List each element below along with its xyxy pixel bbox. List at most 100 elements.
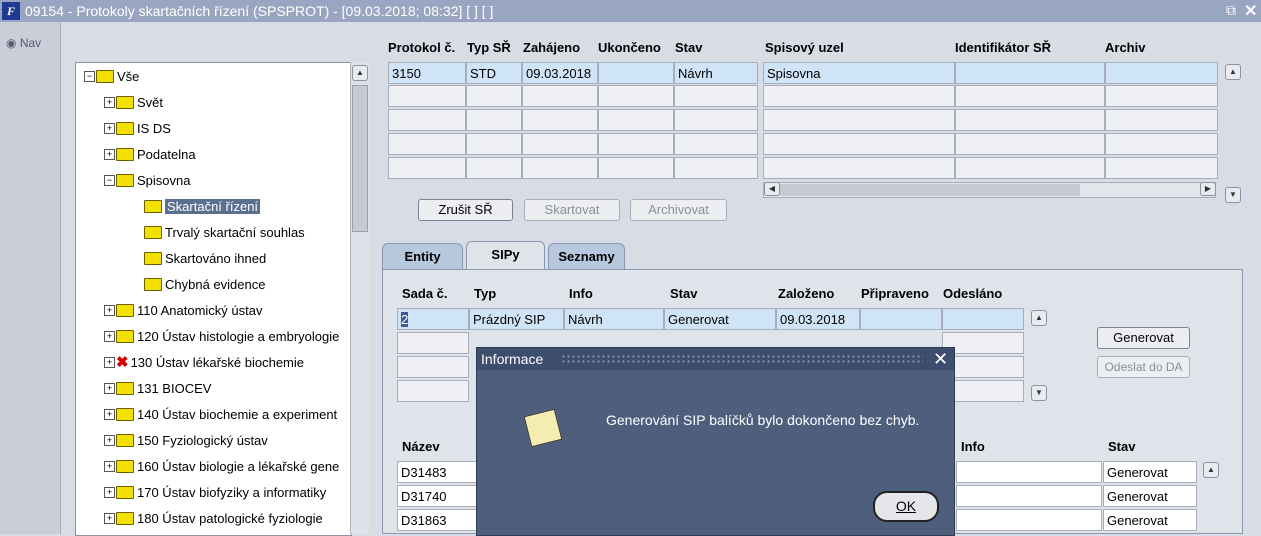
tab-entity[interactable]: Entity bbox=[382, 243, 463, 269]
expand-icon[interactable]: + bbox=[104, 331, 115, 343]
scroll-down-icon[interactable]: ▼ bbox=[1225, 187, 1241, 203]
entity-row-info[interactable] bbox=[956, 461, 1102, 483]
protocol-empty-cell[interactable] bbox=[522, 85, 598, 107]
protocol-empty-cell[interactable] bbox=[1105, 157, 1218, 179]
sip-cell-zalozeno[interactable]: 09.03.2018 bbox=[776, 308, 860, 330]
sip-cell-info[interactable]: Návrh bbox=[564, 308, 664, 330]
tree-node-120[interactable]: +120 Ústav histologie a embryologie bbox=[104, 327, 339, 347]
tree-node-spisovna[interactable]: − Spisovna bbox=[104, 171, 190, 191]
sip-cell-odeslano[interactable] bbox=[942, 308, 1024, 330]
scroll-down-icon[interactable]: ▼ bbox=[1031, 385, 1047, 401]
protocol-empty-cell[interactable] bbox=[598, 85, 674, 107]
protocol-empty-cell[interactable] bbox=[466, 133, 522, 155]
sip-cell-typ[interactable]: Prázdný SIP bbox=[469, 308, 564, 330]
tree-node-131[interactable]: +131 BIOCEV bbox=[104, 379, 211, 399]
tree-node-skartacni-rizeni[interactable]: Skartační řízení bbox=[144, 197, 261, 217]
expand-icon[interactable]: + bbox=[104, 123, 115, 135]
tab-sipy[interactable]: SIPy bbox=[466, 241, 545, 269]
tree-node-140[interactable]: +140 Ústav biochemie a experiment bbox=[104, 405, 337, 425]
expand-icon[interactable]: + bbox=[104, 97, 115, 109]
protocol-empty-cell[interactable] bbox=[674, 133, 758, 155]
protocol-empty-cell[interactable] bbox=[598, 133, 674, 155]
scroll-up-icon[interactable]: ▲ bbox=[1031, 310, 1047, 326]
tree-node-trvaly[interactable]: Trvalý skartační souhlas bbox=[144, 223, 305, 243]
protocol-empty-cell[interactable] bbox=[1105, 85, 1218, 107]
nav-tab[interactable]: ◉ Nav bbox=[6, 36, 41, 50]
tree-node-svet[interactable]: + Svět bbox=[104, 93, 163, 113]
protocol-cell-identifier[interactable] bbox=[955, 62, 1105, 84]
tree-node-chybna[interactable]: Chybná evidence bbox=[144, 275, 265, 295]
folder-tree[interactable]: − Vše + Svět + IS DS + Podatelna − Spisovna S… bbox=[75, 62, 352, 536]
protocol-empty-cell[interactable] bbox=[522, 157, 598, 179]
protocol-empty-cell[interactable] bbox=[955, 109, 1105, 131]
protocol-cell-finished[interactable] bbox=[598, 62, 674, 84]
expand-icon[interactable]: + bbox=[104, 461, 115, 473]
tree-node-170[interactable]: +170 Ústav biofyziky a informatiky bbox=[104, 483, 326, 503]
sip-cell-pripraveno[interactable] bbox=[860, 308, 942, 330]
protocol-empty-cell[interactable] bbox=[388, 85, 466, 107]
protocol-empty-cell[interactable] bbox=[674, 85, 758, 107]
protocol-empty-cell[interactable] bbox=[388, 157, 466, 179]
entity-row-name[interactable]: D31740 bbox=[397, 485, 477, 507]
expand-icon[interactable]: + bbox=[104, 383, 115, 395]
protocol-cell-type[interactable]: STD bbox=[466, 62, 522, 84]
close-icon[interactable]: ✕ bbox=[933, 349, 948, 370]
scroll-up-icon[interactable]: ▲ bbox=[352, 65, 368, 81]
protocol-empty-cell[interactable] bbox=[955, 157, 1105, 179]
expand-icon[interactable]: + bbox=[104, 357, 115, 369]
generate-button[interactable]: Generovat bbox=[1097, 327, 1190, 349]
protocol-hscroll-thumb[interactable] bbox=[780, 184, 1080, 196]
collapse-icon[interactable]: − bbox=[84, 71, 95, 83]
entity-row-status[interactable]: Generovat bbox=[1103, 509, 1197, 531]
protocol-empty-cell[interactable] bbox=[598, 109, 674, 131]
tree-node-skartovano[interactable]: Skartováno ihned bbox=[144, 249, 266, 269]
scroll-up-icon[interactable]: ▲ bbox=[1225, 64, 1241, 80]
tree-node-podatelna[interactable]: + Podatelna bbox=[104, 145, 196, 165]
tree-node-180[interactable]: +180 Ústav patologické fyziologie bbox=[104, 509, 323, 529]
protocol-empty-cell[interactable] bbox=[466, 85, 522, 107]
protocol-empty-cell[interactable] bbox=[522, 133, 598, 155]
cancel-protocol-button[interactable]: Zrušit SŘ bbox=[418, 199, 513, 221]
tree-node-isds[interactable]: + IS DS bbox=[104, 119, 171, 139]
tab-seznamy[interactable]: Seznamy bbox=[548, 243, 625, 269]
tree-node-110[interactable]: +110 Anatomický ústav bbox=[104, 301, 263, 321]
entity-row-status[interactable]: Generovat bbox=[1103, 485, 1197, 507]
protocol-cell-archive[interactable] bbox=[1105, 62, 1218, 84]
protocol-empty-cell[interactable] bbox=[1105, 109, 1218, 131]
entity-row-status[interactable]: Generovat bbox=[1103, 461, 1197, 483]
sip-cell-stav[interactable]: Generovat bbox=[664, 308, 776, 330]
restore-window-icon[interactable]: ⧉ bbox=[1226, 2, 1236, 19]
expand-icon[interactable]: + bbox=[104, 409, 115, 421]
scroll-right-icon[interactable]: ▶ bbox=[1200, 182, 1216, 196]
protocol-empty-cell[interactable] bbox=[955, 133, 1105, 155]
protocol-empty-cell[interactable] bbox=[763, 85, 955, 107]
expand-icon[interactable]: + bbox=[104, 305, 115, 317]
protocol-empty-cell[interactable] bbox=[522, 109, 598, 131]
protocol-empty-cell[interactable] bbox=[1105, 133, 1218, 155]
sip-empty-cell[interactable] bbox=[397, 380, 469, 402]
protocol-empty-cell[interactable] bbox=[674, 157, 758, 179]
entity-row-info[interactable] bbox=[956, 485, 1102, 507]
sip-empty-cell[interactable] bbox=[397, 356, 469, 378]
expand-icon[interactable]: + bbox=[104, 149, 115, 161]
tree-node-160[interactable]: +160 Ústav biologie a lékařské gene bbox=[104, 457, 339, 477]
tree-scroll-thumb[interactable] bbox=[352, 85, 368, 232]
entity-row-name[interactable]: D31483 bbox=[397, 461, 477, 483]
tree-node-130[interactable]: + ✖ 130 Ústav lékařské biochemie bbox=[104, 353, 304, 373]
expand-icon[interactable]: + bbox=[104, 435, 115, 447]
protocol-empty-cell[interactable] bbox=[466, 109, 522, 131]
ok-button[interactable]: OK bbox=[873, 491, 939, 522]
expand-icon[interactable]: + bbox=[104, 513, 115, 525]
protocol-empty-cell[interactable] bbox=[955, 85, 1105, 107]
protocol-empty-cell[interactable] bbox=[598, 157, 674, 179]
scroll-up-icon[interactable]: ▲ bbox=[1203, 462, 1219, 478]
sip-empty-cell[interactable] bbox=[397, 332, 469, 354]
close-window-icon[interactable]: ✕ bbox=[1244, 1, 1257, 21]
sip-cell-sada[interactable]: 2 bbox=[397, 308, 469, 330]
send-to-da-button[interactable]: Odeslat do DA bbox=[1097, 356, 1190, 378]
expand-icon[interactable]: + bbox=[104, 487, 115, 499]
archive-button[interactable]: Archivovat bbox=[630, 199, 727, 221]
shred-button[interactable]: Skartovat bbox=[524, 199, 620, 221]
entity-row-info[interactable] bbox=[956, 509, 1102, 531]
protocol-cell-number[interactable]: 3150 bbox=[388, 62, 466, 84]
